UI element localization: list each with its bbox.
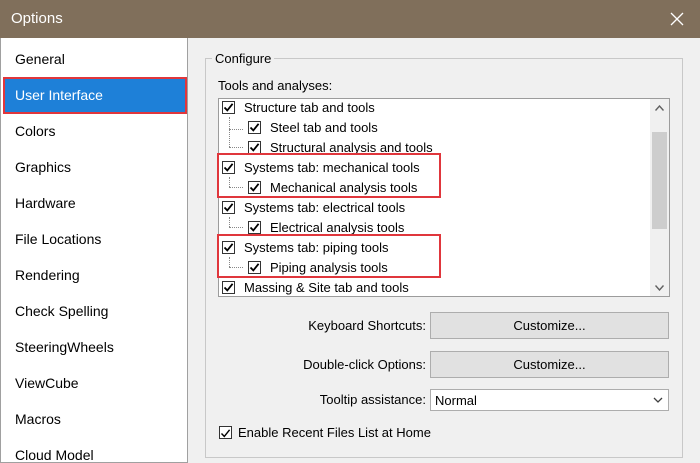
tooltip-assistance-value: Normal [435, 393, 477, 408]
scroll-down-button[interactable] [650, 279, 669, 296]
tree-item-label: Systems tab: electrical tools [244, 200, 406, 215]
tree-item-label: Steel tab and tools [270, 120, 378, 135]
keyboard-shortcuts-customize-button[interactable]: Customize... [430, 312, 669, 339]
tree-item-label: Systems tab: mechanical tools [244, 160, 420, 175]
checkbox[interactable] [248, 221, 261, 234]
checkbox[interactable] [248, 121, 261, 134]
category-steeringwheels[interactable]: SteeringWheels [4, 329, 187, 365]
checkmark-icon [249, 263, 260, 272]
tree-item-label: Structure tab and tools [244, 100, 375, 115]
recent-files-label: Enable Recent Files List at Home [238, 425, 431, 440]
checkbox[interactable] [222, 281, 235, 294]
checkbox[interactable] [222, 241, 235, 254]
tooltip-assistance-label: Tooltip assistance: [319, 392, 426, 407]
close-icon [670, 12, 684, 26]
checkbox[interactable] [248, 261, 261, 274]
checkmark-icon [249, 123, 260, 132]
checkmark-icon [223, 103, 234, 112]
category-check-spelling[interactable]: Check Spelling [4, 293, 187, 329]
chevron-down-icon [655, 284, 664, 291]
tree-item-label: Piping analysis tools [270, 260, 388, 275]
tools-tree[interactable]: Structure tab and tools Steel tab and to… [218, 98, 670, 297]
tree-item-label: Electrical analysis tools [270, 220, 405, 235]
tree-line [229, 147, 243, 148]
configure-legend: Configure [212, 51, 275, 66]
checkbox[interactable] [222, 161, 235, 174]
tree-line [229, 129, 243, 130]
tree-line [229, 177, 230, 187]
checkmark-icon [249, 143, 260, 152]
scroll-thumb[interactable] [652, 132, 667, 229]
checkmark-icon [223, 243, 234, 252]
checkbox[interactable] [222, 101, 235, 114]
category-user-interface[interactable]: User Interface [4, 77, 187, 113]
tree-line [229, 187, 243, 188]
category-rendering[interactable]: Rendering [4, 257, 187, 293]
tree-item-label: Systems tab: piping tools [244, 240, 389, 255]
tools-label: Tools and analyses: [218, 78, 333, 93]
chevron-down-icon [653, 397, 663, 403]
category-file-locations[interactable]: File Locations [4, 221, 187, 257]
title-bar: Options [0, 0, 700, 38]
checkbox[interactable] [222, 201, 235, 214]
checkmark-icon [223, 203, 234, 212]
double-click-options-label: Double-click Options: [303, 357, 426, 372]
tree-item-label: Structural analysis and tools [270, 140, 433, 155]
category-graphics[interactable]: Graphics [4, 149, 187, 185]
category-colors[interactable]: Colors [4, 113, 187, 149]
tree-line [229, 257, 230, 267]
checkmark-icon [223, 163, 234, 172]
category-cloud-model[interactable]: Cloud Model [4, 437, 187, 462]
close-button[interactable] [654, 0, 700, 38]
tree-item-label: Mechanical analysis tools [270, 180, 418, 195]
category-macros[interactable]: Macros [4, 401, 187, 437]
tree-line [229, 217, 230, 227]
category-list[interactable]: General User Interface Colors Graphics H… [0, 38, 188, 463]
tree-line [229, 267, 243, 268]
recent-files-checkbox[interactable] [219, 426, 232, 439]
checkmark-icon [249, 223, 260, 232]
checkmark-icon [249, 183, 260, 192]
checkbox[interactable] [248, 141, 261, 154]
category-viewcube[interactable]: ViewCube [4, 365, 187, 401]
tree-scrollbar[interactable] [650, 99, 669, 296]
checkbox[interactable] [248, 181, 261, 194]
tree-line [229, 227, 243, 228]
keyboard-shortcuts-label: Keyboard Shortcuts: [308, 318, 426, 333]
tree-line [229, 117, 230, 147]
chevron-up-icon [655, 104, 664, 111]
tree-item-label: Massing & Site tab and tools [244, 280, 409, 295]
category-hardware[interactable]: Hardware [4, 185, 187, 221]
tooltip-assistance-select[interactable]: Normal [430, 389, 669, 411]
double-click-customize-button[interactable]: Customize... [430, 351, 669, 378]
checkmark-icon [220, 429, 231, 438]
checkmark-icon [223, 283, 234, 292]
scroll-up-button[interactable] [650, 99, 669, 116]
category-general[interactable]: General [4, 41, 187, 77]
window-title: Options [11, 10, 63, 27]
